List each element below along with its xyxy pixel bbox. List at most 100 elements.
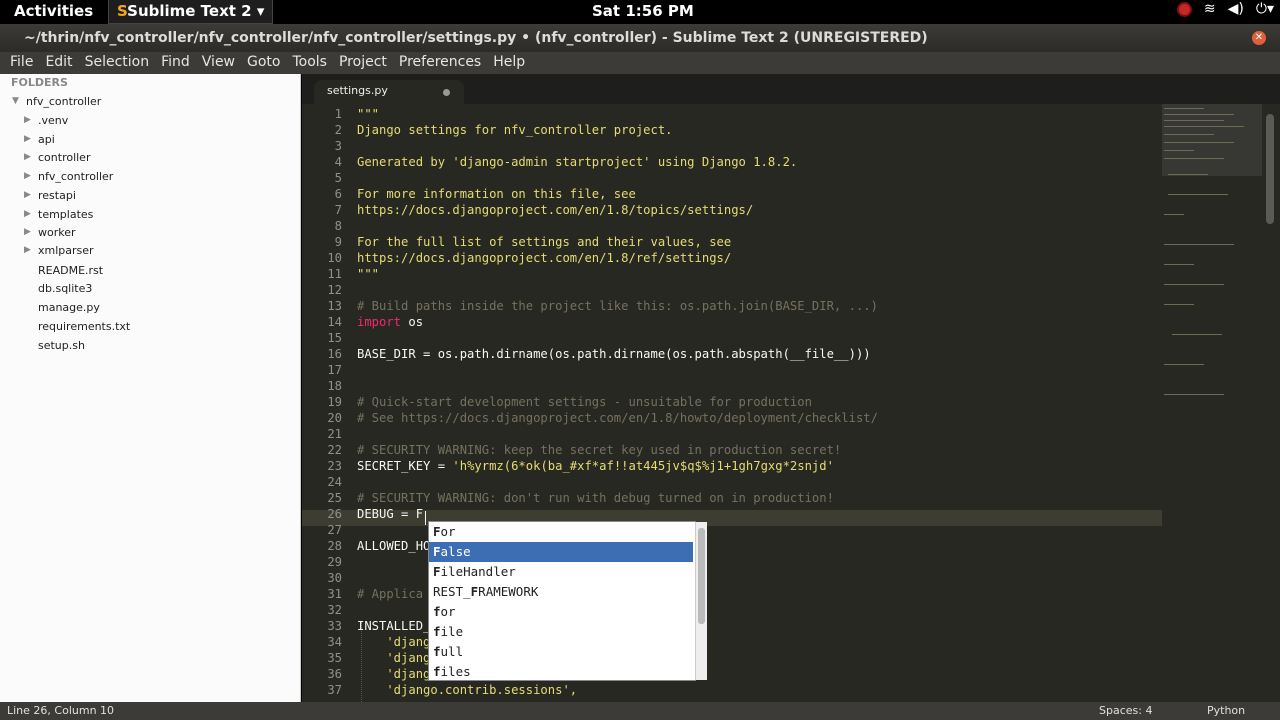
folder-label: worker (38, 225, 76, 239)
collapsed-triangle-icon: ▶ (24, 171, 31, 181)
code-line: https://docs.djangoproject.com/en/1.8/re… (357, 251, 732, 265)
menu-find[interactable]: Find (155, 52, 196, 74)
tab-settings-py[interactable]: settings.py (314, 80, 464, 104)
autocomplete-item[interactable]: full (429, 642, 693, 662)
line-number: 9 (334, 235, 342, 249)
match-text: f (433, 624, 441, 639)
code-line: INSTALLED_ (357, 619, 431, 633)
match-text: F (433, 564, 441, 579)
sidebar-file-requirements[interactable]: requirements.txt (38, 317, 130, 335)
menu-help[interactable]: Help (487, 52, 531, 74)
autocomplete-item[interactable]: files (429, 662, 693, 682)
record-icon[interactable] (1176, 1, 1192, 17)
autocomplete-scrollbar[interactable] (695, 522, 707, 680)
code-line: SECRET_KEY = 'h%yrmz(6*ok(ba_#xf*af!!at4… (357, 458, 834, 474)
menu-project[interactable]: Project (333, 52, 393, 74)
collapsed-triangle-icon: ▶ (24, 190, 31, 200)
line-number: 27 (327, 523, 342, 537)
line-number: 17 (327, 363, 342, 377)
menu-view[interactable]: View (196, 52, 241, 74)
sidebar-folder-nfv-controller[interactable]: ▶ nfv_controller (24, 167, 113, 185)
sublime-logo-icon: S (117, 2, 128, 20)
line-number: 15 (327, 331, 342, 345)
activities-button[interactable]: Activities (14, 2, 93, 20)
sidebar-file-db[interactable]: db.sqlite3 (38, 279, 92, 297)
close-window-button[interactable]: ✕ (1252, 31, 1266, 45)
sidebar-file-readme[interactable]: README.rst (38, 261, 103, 279)
unsaved-dot-icon[interactable] (443, 89, 450, 96)
code-line: # Applica (357, 587, 424, 601)
line-number: 6 (334, 187, 342, 201)
line-number: 20 (327, 411, 342, 425)
folder-label: restapi (38, 188, 76, 202)
sidebar-folder-controller[interactable]: ▶ controller (24, 148, 90, 166)
line-number: 10 (327, 251, 342, 265)
code-line: import os (357, 314, 423, 330)
line-number: 24 (327, 475, 342, 489)
syntax-setting[interactable]: Python (1207, 704, 1245, 717)
minimap[interactable] (1162, 104, 1262, 424)
rest-text: RAMEWORK (478, 584, 539, 599)
sidebar-file-manage[interactable]: manage.py (38, 298, 100, 316)
scrollbar-thumb[interactable] (1266, 114, 1274, 224)
wifi-icon[interactable]: ≋ (1204, 1, 1216, 17)
line-number: 4 (334, 155, 342, 169)
app-menu-label: Sublime Text 2 (127, 2, 252, 20)
system-tray: ≋ ◀) ⏻▾ (1176, 1, 1274, 17)
volume-icon[interactable]: ◀) (1228, 1, 1244, 17)
autocomplete-item[interactable]: file (429, 622, 693, 642)
folder-label: api (38, 132, 55, 146)
menu-edit[interactable]: Edit (39, 52, 78, 74)
line-number: 13 (327, 299, 342, 313)
code-line: Generated by 'django-admin startproject'… (357, 155, 798, 169)
autocomplete-item[interactable]: For (429, 522, 693, 542)
sidebar-folder-worker[interactable]: ▶ worker (24, 223, 76, 241)
menu-goto[interactable]: Goto (241, 52, 286, 74)
code-line: ALLOWED_HO (357, 539, 431, 553)
indentation-setting[interactable]: Spaces: 4 (1099, 704, 1152, 717)
tab-bar: settings.py (302, 74, 1280, 104)
clock[interactable]: Sat 1:56 PM (592, 2, 694, 20)
system-top-bar: Activities SSublime Text 2 ▾ Sat 1:56 PM… (0, 0, 1280, 24)
sidebar-folder-venv[interactable]: ▶ .venv (24, 111, 68, 129)
power-icon[interactable]: ⏻▾ (1256, 1, 1274, 17)
collapsed-triangle-icon: ▶ (24, 134, 31, 144)
cursor-position: Line 26, Column 10 (7, 704, 115, 717)
code-line: """ (357, 267, 380, 281)
code-line: """ (357, 107, 380, 121)
folder-label: templates (38, 207, 94, 221)
line-number: 29 (327, 555, 342, 569)
rest-text: ileHandler (440, 564, 516, 579)
line-number: 34 (327, 635, 342, 649)
sidebar-folder-templates[interactable]: ▶ templates (24, 205, 93, 223)
rest-text: or (440, 604, 456, 619)
scrollbar-thumb[interactable] (698, 528, 705, 624)
line-number: 26 (327, 507, 342, 521)
autocomplete-item-selected[interactable]: False (429, 542, 693, 562)
autocomplete-item[interactable]: REST_FRAMEWORK (429, 582, 693, 602)
autocomplete-item[interactable]: FileHandler (429, 562, 693, 582)
line-number: 8 (334, 219, 342, 233)
sidebar-folder-api[interactable]: ▶ api (24, 130, 55, 148)
autocomplete-popup: For False FileHandler REST_FRAMEWORK for… (428, 521, 707, 682)
sidebar-folder-root[interactable]: ▼ nfv_controller (12, 92, 101, 110)
sidebar-folder-xmlparser[interactable]: ▶ xmlparser (24, 241, 94, 259)
sidebar-file-setup[interactable]: setup.sh (38, 336, 85, 354)
code-line: 'django.contrib.sessions', (357, 683, 578, 697)
menu-tools[interactable]: Tools (286, 52, 333, 74)
match-text: F (433, 544, 441, 559)
app-menu-button[interactable]: SSublime Text 2 ▾ (108, 0, 274, 24)
sidebar-folder-restapi[interactable]: ▶ restapi (24, 186, 76, 204)
menu-preferences[interactable]: Preferences (393, 52, 487, 74)
keyword-token: import (357, 315, 402, 329)
window-titlebar: ~/thrin/nfv_controller/nfv_controller/nf… (0, 24, 1280, 52)
code-line: Django settings for nfv_controller proje… (357, 123, 673, 137)
line-number: 37 (327, 683, 342, 697)
menu-file[interactable]: File (4, 52, 39, 74)
menu-selection[interactable]: Selection (79, 52, 156, 74)
code-line: 'djang (357, 635, 431, 649)
prefix-text: REST_ (433, 584, 471, 599)
vertical-scrollbar[interactable] (1264, 104, 1276, 702)
autocomplete-item[interactable]: for (429, 602, 693, 622)
tab-label: settings.py (327, 84, 388, 97)
